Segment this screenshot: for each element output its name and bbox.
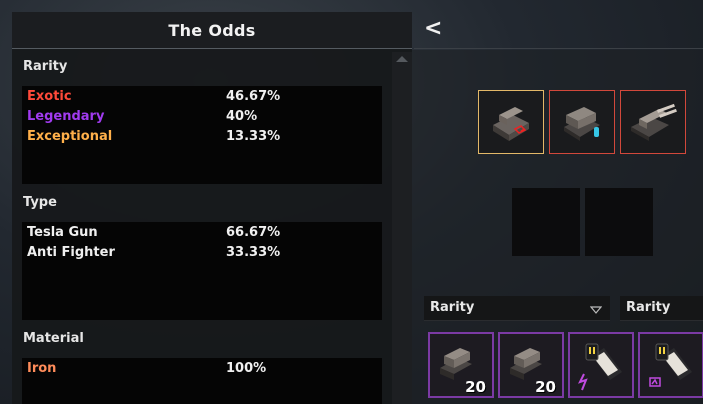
table-row: Tesla Gun 66.67% (27, 225, 377, 245)
material-name: Iron (27, 361, 57, 376)
type-name: Anti Fighter (27, 245, 115, 260)
rarity-table: Exotic 46.67% Legendary 40% Exceptional … (22, 86, 382, 184)
type-pct: 66.67% (226, 225, 281, 240)
material-pct: 100% (226, 361, 267, 376)
turret-twin-barrel-icon (631, 103, 677, 141)
rarity-pct: 13.33% (226, 129, 281, 144)
table-row: Anti Fighter 33.33% (27, 245, 377, 265)
table-row: Exotic 46.67% (27, 89, 377, 109)
type-pct: 33.33% (226, 245, 281, 260)
empty-slot-2[interactable] (585, 188, 653, 256)
type-table: Tesla Gun 66.67% Anti Fighter 33.33% (22, 222, 382, 320)
rarity-name: Legendary (27, 109, 105, 124)
type-section-title: Type (23, 195, 57, 210)
rarity-section-title: Rarity (23, 59, 68, 74)
inventory-slot-3[interactable] (568, 332, 634, 398)
odds-header: The Odds (12, 12, 412, 49)
preview-slot-1[interactable] (478, 90, 544, 154)
material-table: Iron 100% (22, 358, 382, 404)
preview-slot-2[interactable] (549, 90, 615, 154)
type-name: Tesla Gun (27, 225, 98, 240)
rarity-filter-dropdown-1[interactable]: Rarity (424, 296, 610, 321)
rarity-name: Exotic (27, 89, 72, 104)
table-row: Exceptional 13.33% (27, 129, 377, 149)
back-button[interactable]: < (424, 16, 442, 41)
tesla-module-icon (649, 343, 692, 387)
item-quantity: 20 (535, 378, 556, 396)
dropdown-label: Rarity (430, 300, 475, 315)
inventory-slot-4[interactable] (638, 332, 703, 398)
turret-red-accent-icon (493, 107, 529, 141)
odds-panel: The Odds Rarity Exotic 46.67% Legendary … (12, 12, 412, 404)
rarity-filter-dropdown-2[interactable]: Rarity (620, 296, 703, 321)
header-divider (414, 48, 703, 49)
inventory-slot-2[interactable]: 20 (498, 332, 564, 398)
rarity-name: Exceptional (27, 129, 113, 144)
empty-slot-1[interactable] (512, 188, 580, 256)
item-quantity: 20 (465, 378, 486, 396)
material-section-title: Material (23, 331, 84, 346)
odds-title: The Odds (168, 21, 256, 40)
rarity-pct: 40% (226, 109, 258, 124)
table-row: Iron 100% (27, 361, 377, 381)
rarity-pct: 46.67% (226, 89, 281, 104)
preview-slot-3[interactable] (620, 90, 686, 154)
table-row: Legendary 40% (27, 109, 377, 129)
scroll-up-arrow-icon[interactable] (396, 56, 408, 62)
chevron-down-icon (589, 303, 603, 318)
dropdown-label: Rarity (626, 300, 671, 315)
odds-scrollbar[interactable] (392, 52, 412, 404)
inventory-slot-1[interactable]: 20 (428, 332, 494, 398)
turret-cyan-accent-icon (564, 107, 600, 141)
tesla-module-icon (578, 343, 622, 391)
